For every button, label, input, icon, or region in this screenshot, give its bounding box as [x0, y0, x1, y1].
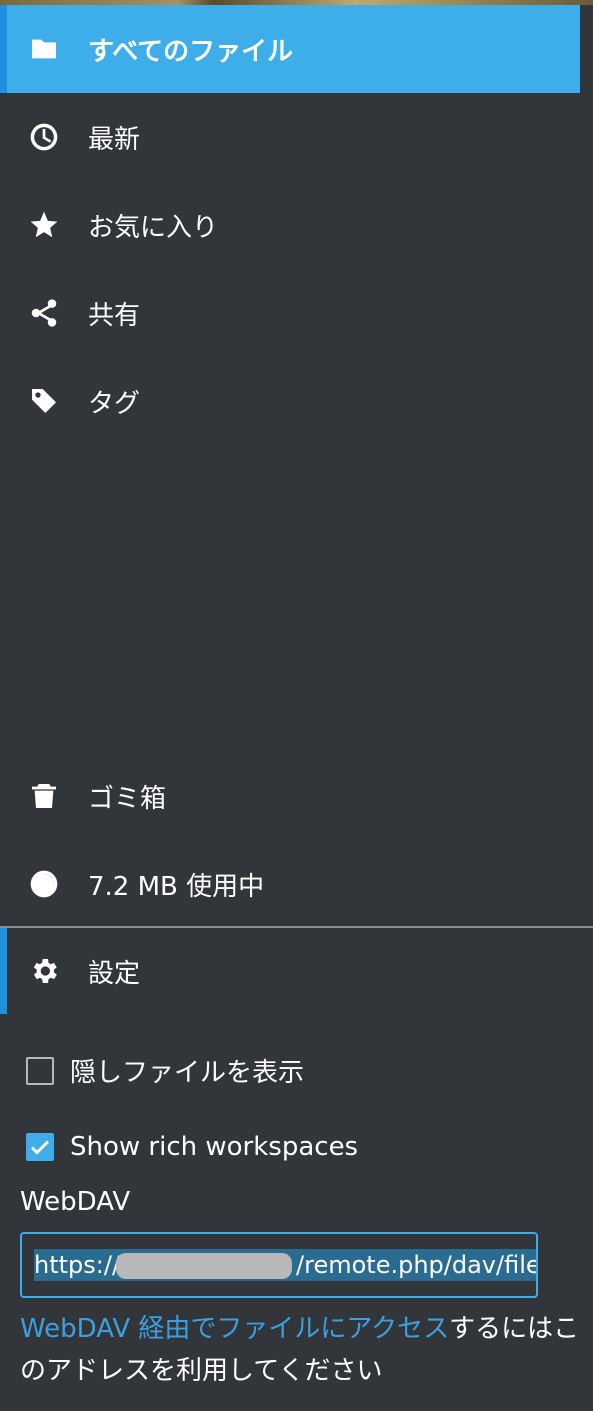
- active-indicator: [0, 5, 7, 93]
- webdav-label: WebDAV: [20, 1187, 131, 1217]
- nav-label-trash: ゴミ箱: [88, 783, 167, 814]
- star-icon: [0, 181, 88, 269]
- show-hidden-checkbox[interactable]: [26, 1056, 54, 1085]
- nav-label-all-files: すべてのファイル: [88, 36, 294, 67]
- show-rich-workspaces-label: Show rich workspaces: [70, 1132, 359, 1162]
- webdav-help-text: WebDAV 経由でファイルにアクセスするにはこのアドレスを利用してください: [20, 1308, 580, 1392]
- nav-label-settings: 設定: [88, 958, 141, 989]
- gear-icon: [0, 927, 88, 1015]
- nav-item-settings[interactable]: 設定: [0, 928, 580, 1014]
- tag-icon: [0, 357, 88, 445]
- show-hidden-label: 隠しファイルを表示: [70, 1058, 305, 1088]
- settings-indicator: [0, 928, 7, 1014]
- nav-item-shared[interactable]: 共有: [0, 269, 580, 357]
- trash-icon: [0, 752, 88, 840]
- webdav-url-end: /remote.php/dav/file: [296, 1251, 538, 1279]
- webdav-url-text: https:// /remote.php/dav/file: [34, 1249, 538, 1281]
- nav-label-shared: 共有: [88, 300, 141, 331]
- nav-item-favorites[interactable]: お気に入り: [0, 181, 580, 269]
- nav-item-recent[interactable]: 最新: [0, 93, 580, 181]
- show-hidden-setting[interactable]: 隠しファイルを表示: [26, 1052, 304, 1089]
- quota-indicator: 7.2 MB 使用中: [0, 840, 580, 928]
- pie-chart-icon: [0, 840, 88, 928]
- nav-label-recent: 最新: [88, 124, 141, 155]
- show-rich-workspaces-checkbox[interactable]: [26, 1133, 54, 1161]
- nav-item-trash[interactable]: ゴミ箱: [0, 752, 580, 840]
- clock-icon: [0, 93, 88, 181]
- webdav-url-field[interactable]: https:// /remote.php/dav/file: [20, 1232, 538, 1298]
- redacted-host: [116, 1253, 292, 1279]
- nav-label-favorites: お気に入り: [88, 212, 219, 243]
- webdav-url-start: https://: [34, 1251, 121, 1279]
- nav-item-all-files[interactable]: すべてのファイル: [0, 5, 580, 93]
- webdav-help-link[interactable]: WebDAV 経由でファイルにアクセス: [20, 1314, 449, 1344]
- show-rich-workspaces-setting[interactable]: Show rich workspaces: [26, 1132, 358, 1162]
- quota-label: 7.2 MB 使用中: [88, 871, 265, 902]
- share-icon: [0, 269, 88, 357]
- nav-label-tags: タグ: [88, 388, 141, 419]
- checkmark-icon: [30, 1140, 50, 1155]
- nav-item-tags[interactable]: タグ: [0, 357, 580, 445]
- folder-icon: [0, 5, 88, 93]
